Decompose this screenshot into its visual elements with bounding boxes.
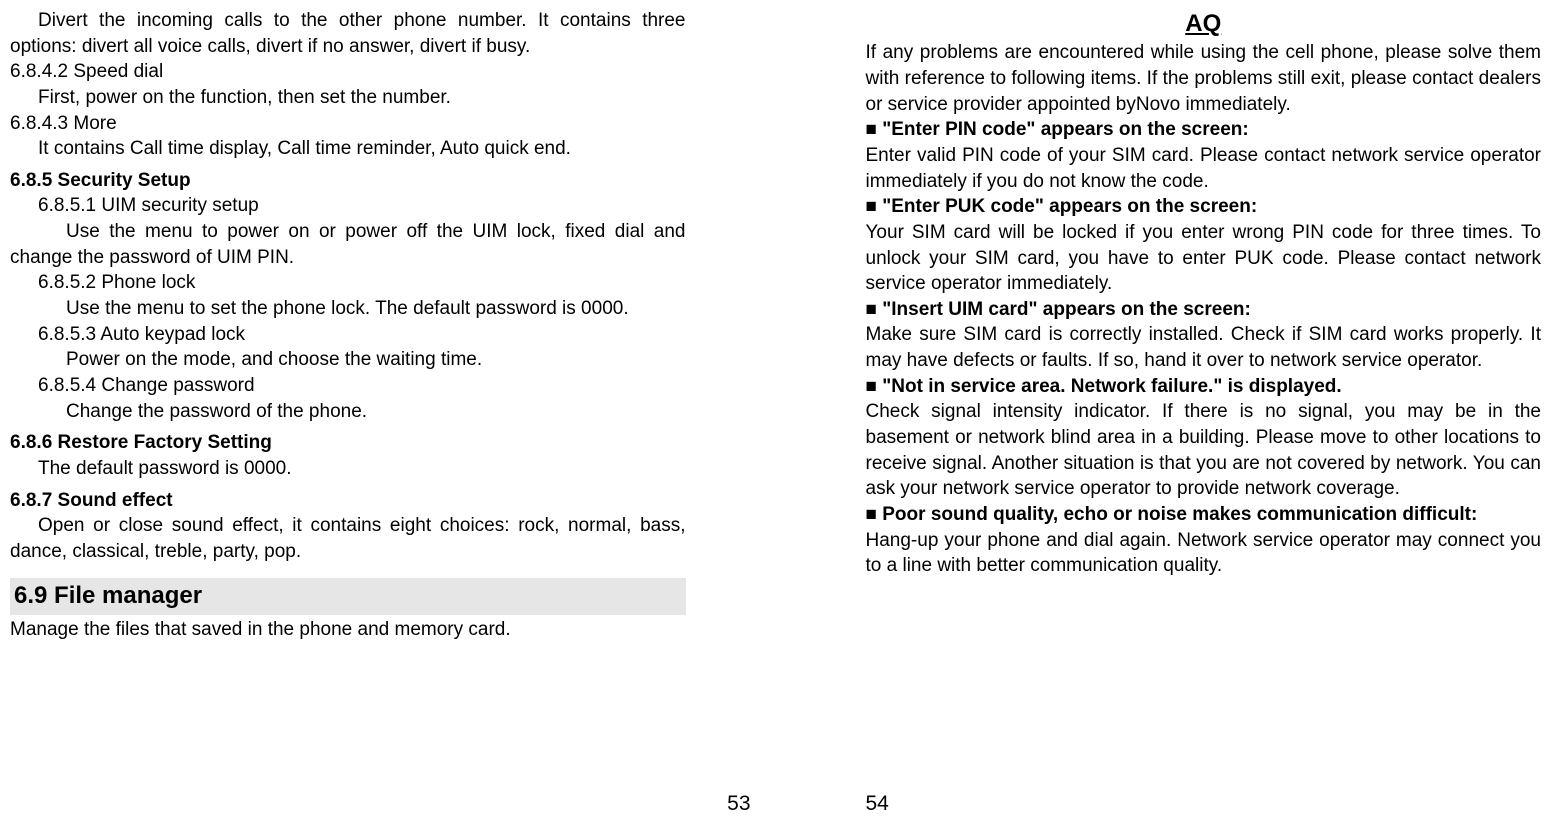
- page-number-left: 53: [727, 790, 750, 818]
- body-6-8-5-4: Change the password of the phone.: [10, 399, 686, 425]
- faq-q5-body: Hang-up your phone and dial again. Netwo…: [866, 528, 1542, 579]
- body-6-8-5-1: Use the menu to power on or power off th…: [10, 219, 686, 270]
- faq-q3-title: ■ "Insert UIM card" appears on the scree…: [866, 297, 1542, 323]
- faq-intro: If any problems are encountered while us…: [866, 40, 1542, 117]
- faq-q1-body: Enter valid PIN code of your SIM card. P…: [866, 143, 1542, 194]
- right-page: AQ If any problems are encountered while…: [776, 0, 1551, 826]
- divert-paragraph: Divert the incoming calls to the other p…: [10, 8, 686, 59]
- faq-q4-body: Check signal intensity indicator. If the…: [866, 399, 1542, 502]
- heading-6-8-4-3: 6.8.4.3 More: [10, 111, 686, 137]
- faq-q2-title: ■ "Enter PUK code" appears on the screen…: [866, 194, 1542, 220]
- faq-q1-title: ■ "Enter PIN code" appears on the screen…: [866, 117, 1542, 143]
- heading-6-8-5-3: 6.8.5.3 Auto keypad lock: [10, 322, 686, 348]
- heading-6-8-5: 6.8.5 Security Setup: [10, 168, 686, 194]
- body-6-8-5-3: Power on the mode, and choose the waitin…: [10, 347, 686, 373]
- body-6-8-5-2: Use the menu to set the phone lock. The …: [10, 296, 686, 322]
- page-spread: Divert the incoming calls to the other p…: [0, 0, 1551, 826]
- body-6-8-4-3: It contains Call time display, Call time…: [10, 136, 686, 162]
- body-6-8-6: The default password is 0000.: [10, 456, 686, 482]
- heading-6-8-7: 6.8.7 Sound effect: [10, 488, 686, 514]
- faq-q2-body: Your SIM card will be locked if you ente…: [866, 220, 1542, 297]
- heading-6-8-4-2: 6.8.4.2 Speed dial: [10, 59, 686, 85]
- body-6-8-4-2: First, power on the function, then set t…: [10, 85, 686, 111]
- faq-q5-title: ■ Poor sound quality, echo or noise make…: [866, 502, 1542, 528]
- left-page: Divert the incoming calls to the other p…: [0, 0, 776, 826]
- heading-6-8-5-2: 6.8.5.2 Phone lock: [10, 270, 686, 296]
- faq-q3-body: Make sure SIM card is correctly installe…: [866, 322, 1542, 373]
- body-6-9: Manage the files that saved in the phone…: [10, 617, 686, 643]
- heading-6-8-5-4: 6.8.5.4 Change password: [10, 373, 686, 399]
- heading-6-8-5-1: 6.8.5.1 UIM security setup: [10, 193, 686, 219]
- body-6-8-7: Open or close sound effect, it contains …: [10, 513, 686, 564]
- faq-title: AQ: [866, 8, 1542, 40]
- page-number-right: 54: [866, 790, 889, 818]
- heading-6-9: 6.9 File manager: [10, 578, 686, 614]
- faq-q4-title: ■ "Not in service area. Network failure.…: [866, 374, 1542, 400]
- heading-6-8-6: 6.8.6 Restore Factory Setting: [10, 430, 686, 456]
